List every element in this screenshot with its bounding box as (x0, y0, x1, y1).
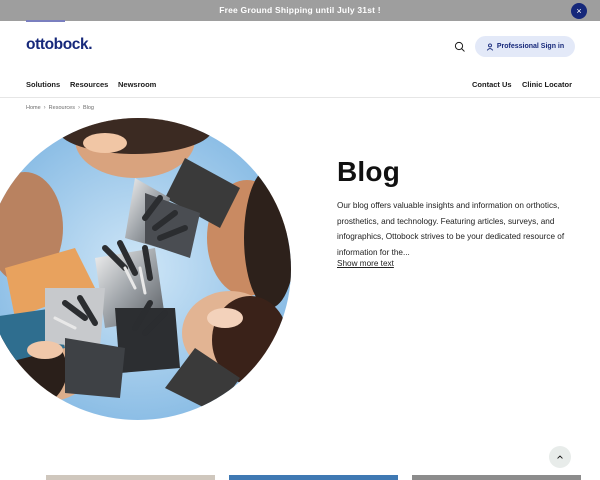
search-button[interactable] (452, 39, 468, 55)
blog-card-image[interactable] (46, 475, 215, 480)
page-title: Blog (337, 156, 401, 187)
blog-description: Our blog offers valuable insights and in… (337, 201, 565, 257)
show-more-link[interactable]: Show more text (337, 259, 394, 268)
close-icon: × (576, 6, 582, 16)
user-icon (486, 42, 493, 51)
nav-solutions[interactable]: Solutions (26, 80, 60, 89)
nav-resources[interactable]: Resources (70, 80, 108, 89)
hero-image (0, 118, 291, 420)
chevron-up-icon (557, 455, 563, 459)
nav-divider (0, 97, 600, 98)
nav-newsroom[interactable]: Newsroom (118, 80, 156, 89)
blog-card-image[interactable] (412, 475, 581, 480)
breadcrumb-separator: › (43, 105, 46, 111)
nav-clinic-locator[interactable]: Clinic Locator (522, 80, 572, 89)
professional-signin-button[interactable]: Professional Sign in (475, 36, 575, 57)
blog-card-image[interactable] (229, 475, 398, 480)
nav-contact-us[interactable]: Contact Us (472, 80, 512, 89)
promo-text: Free Ground Shipping until July 31st ! (219, 5, 381, 15)
breadcrumb-home[interactable]: Home (26, 105, 41, 111)
breadcrumb: Home › Resources › Blog (26, 105, 94, 111)
breadcrumb-current: Blog (82, 105, 94, 111)
promo-indicator (26, 20, 65, 22)
promo-banner: Free Ground Shipping until July 31st ! × (0, 0, 600, 21)
promo-close-button[interactable]: × (571, 3, 587, 19)
scroll-to-top-button[interactable] (549, 446, 571, 468)
breadcrumb-resources[interactable]: Resources (49, 105, 75, 111)
search-icon (454, 41, 465, 52)
professional-signin-label: Professional Sign in (496, 43, 565, 50)
ottobock-logo[interactable]: ottobock. (26, 36, 93, 54)
breadcrumb-separator: › (77, 105, 80, 111)
